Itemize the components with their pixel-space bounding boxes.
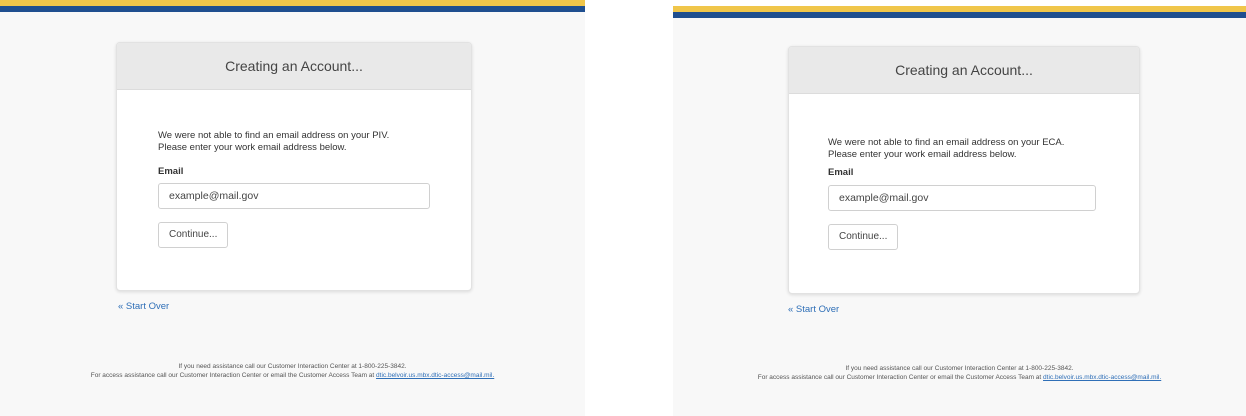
message-line-1: We were not able to find an email addres… — [828, 137, 1065, 148]
left-screenshot-panel: Creating an Account... We were not able … — [0, 0, 585, 416]
message-line-2: Please enter your work email address bel… — [828, 149, 1017, 160]
footer-line-2: For access assistance call our Customer … — [673, 373, 1246, 382]
footer: If you need assistance call our Customer… — [673, 364, 1246, 382]
right-screenshot-panel: Creating an Account... We were not able … — [673, 6, 1246, 416]
card-title: Creating an Account... — [117, 43, 471, 90]
footer-line-2: For access assistance call our Customer … — [0, 371, 585, 380]
footer-line-1: If you need assistance call our Customer… — [178, 363, 407, 370]
email-input[interactable]: example@mail.gov — [828, 185, 1096, 211]
message-line-1: We were not able to find an email addres… — [158, 130, 390, 141]
start-over-link[interactable]: « Start Over — [118, 301, 169, 312]
footer-line-2-text: For access assistance call our Customer … — [90, 372, 375, 379]
message-text: We were not able to find an email addres… — [158, 130, 458, 154]
continue-button[interactable]: Continue... — [158, 222, 229, 248]
email-input[interactable]: example@mail.gov — [158, 183, 430, 209]
message-line-2: Please enter your work email address bel… — [158, 142, 347, 153]
footer-line-1: If you need assistance call our Customer… — [845, 365, 1074, 372]
start-over-link[interactable]: « Start Over — [788, 304, 839, 315]
card-title: Creating an Account... — [789, 47, 1139, 94]
footer: If you need assistance call our Customer… — [0, 362, 585, 380]
email-label: Email — [158, 166, 184, 177]
blue-header-bar — [673, 12, 1246, 18]
continue-button[interactable]: Continue... — [828, 224, 899, 250]
message-text: We were not able to find an email addres… — [828, 137, 1128, 161]
footer-email-link[interactable]: dtic.belvoir.us.mbx.dtic-access@mail.mil… — [376, 372, 494, 379]
blue-header-bar — [0, 6, 585, 12]
footer-email-link[interactable]: dtic.belvoir.us.mbx.dtic-access@mail.mil… — [1043, 374, 1161, 381]
footer-line-2-text: For access assistance call our Customer … — [757, 374, 1042, 381]
email-label: Email — [828, 167, 854, 178]
